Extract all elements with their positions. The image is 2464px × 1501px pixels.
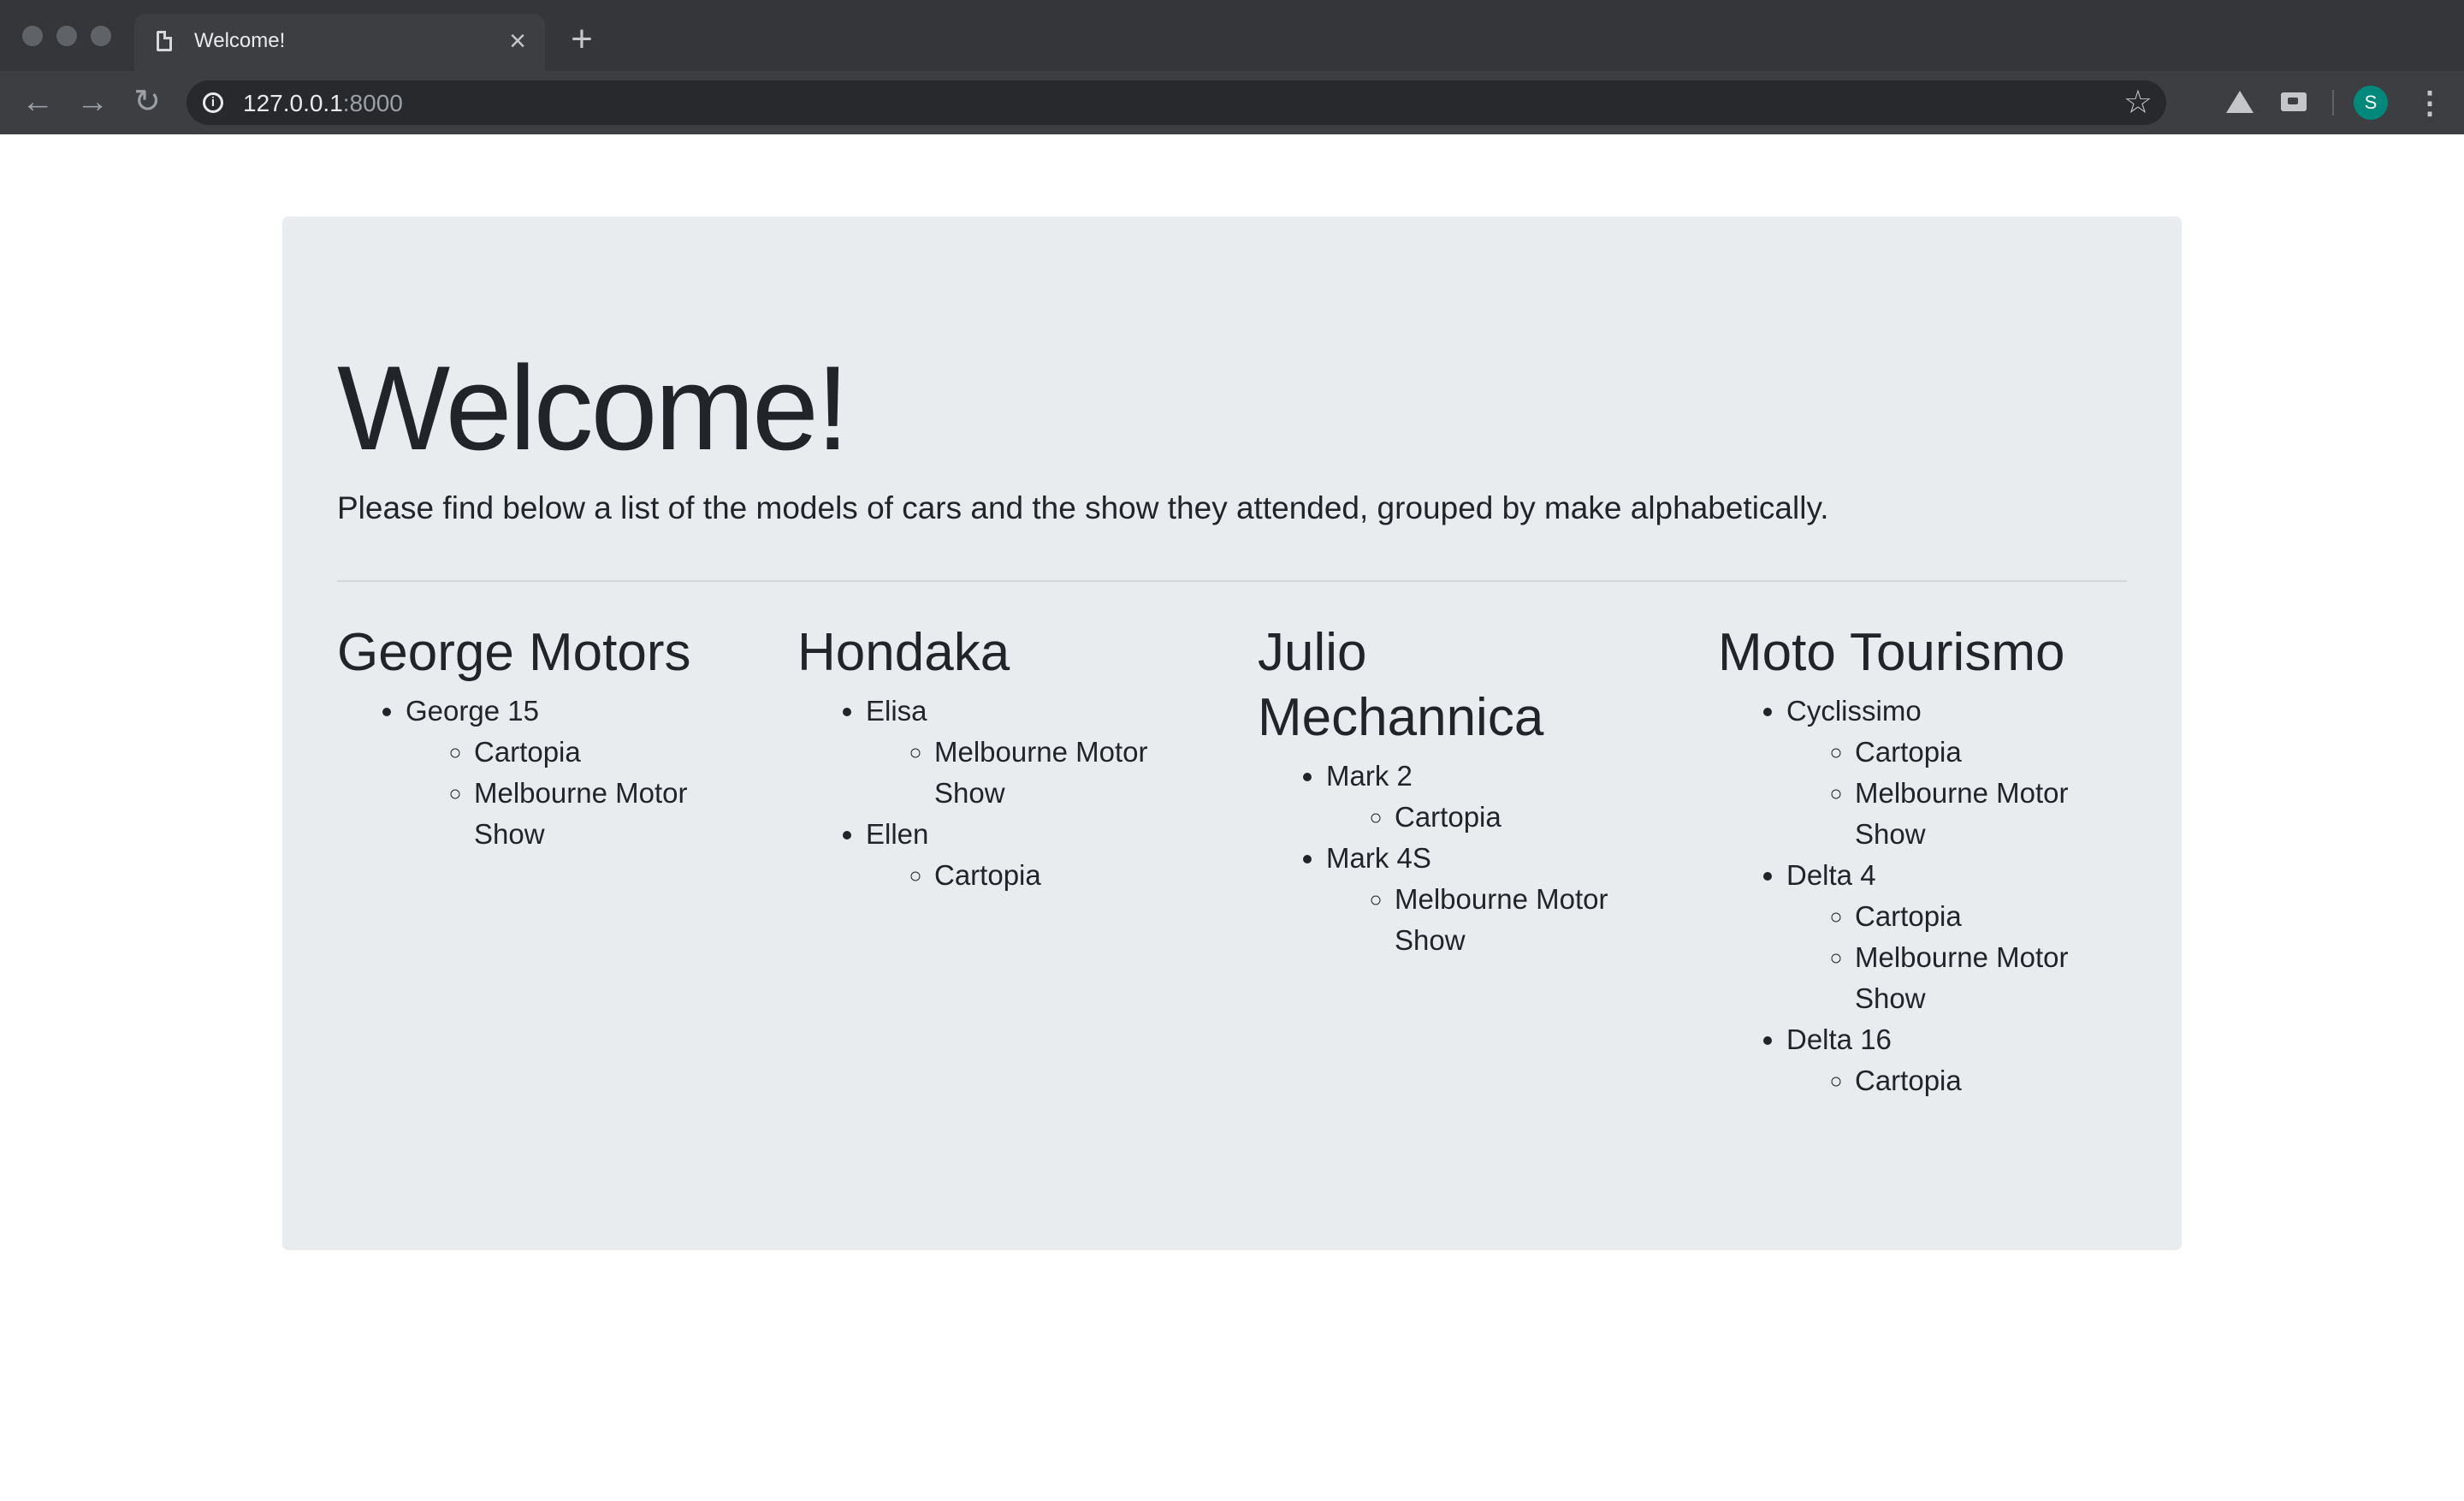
- model-name: Cyclissimo: [1786, 695, 1922, 727]
- shows-list: Melbourne Motor Show: [866, 732, 1206, 814]
- make-heading: Moto Tourismo: [1718, 623, 2065, 682]
- bookmark-star-icon[interactable]: ☆: [2123, 84, 2153, 122]
- make-column: Julio Mechannica Mark 2 Cartopia Mark 4S…: [1258, 620, 1667, 961]
- make-column: George Motors George 15 Cartopia Melbour…: [337, 620, 746, 855]
- models-list: George 15 Cartopia Melbourne Motor Show: [337, 691, 746, 855]
- show-item: Cartopia: [1855, 1060, 2127, 1101]
- show-item: Melbourne Motor Show: [1395, 879, 1667, 961]
- window-close-button[interactable]: [22, 26, 43, 46]
- model-name: Elisa: [866, 695, 927, 727]
- tab-title: Welcome!: [194, 29, 286, 52]
- make-heading: George Motors: [337, 623, 691, 682]
- address-bar[interactable]: i 127.0.0.1:8000 ☆: [187, 80, 2166, 125]
- back-arrow-icon[interactable]: ←: [17, 82, 58, 123]
- make-heading: Julio Mechannica: [1258, 623, 1544, 747]
- model-name: Mark 4S: [1326, 842, 1431, 874]
- lead-text: Please find below a list of the models o…: [337, 490, 1829, 525]
- show-item: Melbourne Motor Show: [1855, 773, 2127, 855]
- browser-menu-icon[interactable]: ⋮: [2414, 86, 2445, 120]
- model-item: Ellen Cartopia: [866, 814, 1206, 896]
- site-info-icon[interactable]: i: [203, 92, 223, 113]
- model-name: George 15: [406, 695, 539, 727]
- url-host: 127.0.0.1: [243, 90, 343, 116]
- models-list: Elisa Melbourne Motor Show Ellen Cartopi…: [797, 691, 1206, 896]
- model-name: Delta 16: [1786, 1023, 1892, 1055]
- model-item: George 15 Cartopia Melbourne Motor Show: [406, 691, 746, 855]
- url-text[interactable]: 127.0.0.1:8000: [243, 90, 403, 117]
- show-item: Cartopia: [474, 732, 746, 773]
- models-list: Cyclissimo Cartopia Melbourne Motor Show…: [1718, 691, 2127, 1101]
- model-item: Elisa Melbourne Motor Show: [866, 691, 1206, 814]
- window-zoom-button[interactable]: [91, 26, 111, 46]
- shows-list: Cartopia: [1786, 1060, 2127, 1101]
- shows-list: Cartopia: [1326, 797, 1667, 838]
- shows-list: Melbourne Motor Show: [1326, 879, 1667, 961]
- browser-toolbar: ← → ↻ i 127.0.0.1:8000 ☆ S ⋮: [0, 71, 2464, 134]
- cast-extension-icon[interactable]: [2279, 87, 2310, 118]
- show-item: Cartopia: [1395, 797, 1667, 838]
- model-item: Cyclissimo Cartopia Melbourne Motor Show: [1786, 691, 2127, 855]
- make-column: Hondaka Elisa Melbourne Motor Show Ellen…: [797, 620, 1206, 896]
- new-tab-icon[interactable]: +: [563, 21, 601, 60]
- shows-list: Cartopia: [866, 855, 1206, 896]
- forward-arrow-icon[interactable]: →: [72, 82, 113, 123]
- model-name: Mark 2: [1326, 760, 1413, 792]
- make-column: Moto Tourismo Cyclissimo Cartopia Melbou…: [1718, 620, 2127, 1101]
- show-item: Cartopia: [1855, 732, 2127, 773]
- url-port: :8000: [342, 90, 403, 116]
- shows-list: Cartopia Melbourne Motor Show: [1786, 732, 2127, 855]
- show-item: Cartopia: [1855, 896, 2127, 937]
- show-item: Cartopia: [934, 855, 1206, 896]
- show-item: Melbourne Motor Show: [474, 773, 746, 855]
- model-item: Delta 16 Cartopia: [1786, 1019, 2127, 1101]
- model-name: Delta 4: [1786, 859, 1876, 891]
- show-item: Melbourne Motor Show: [1855, 937, 2127, 1019]
- model-item: Mark 2 Cartopia: [1326, 756, 1667, 838]
- browser-tab-strip: Welcome! × +: [0, 0, 2464, 71]
- page-title: Welcome!: [337, 341, 850, 475]
- shows-list: Cartopia Melbourne Motor Show: [406, 732, 746, 855]
- page-icon: [157, 31, 172, 51]
- shows-list: Cartopia Melbourne Motor Show: [1786, 896, 2127, 1019]
- model-name: Ellen: [866, 818, 929, 850]
- reload-icon[interactable]: ↻: [127, 82, 168, 123]
- browser-tab[interactable]: Welcome! ×: [134, 14, 545, 71]
- divider: [337, 580, 2127, 582]
- tab-close-icon[interactable]: ×: [500, 24, 535, 58]
- jumbotron: Welcome! Please find below a list of the…: [282, 217, 2182, 1250]
- model-item: Delta 4 Cartopia Melbourne Motor Show: [1786, 855, 2127, 1019]
- toolbar-divider: [2332, 90, 2334, 116]
- make-heading: Hondaka: [797, 623, 1010, 682]
- profile-avatar[interactable]: S: [2354, 86, 2388, 120]
- models-list: Mark 2 Cartopia Mark 4S Melbourne Motor …: [1258, 756, 1667, 961]
- show-item: Melbourne Motor Show: [934, 732, 1206, 814]
- window-minimize-button[interactable]: [56, 26, 77, 46]
- model-item: Mark 4S Melbourne Motor Show: [1326, 838, 1667, 961]
- drive-extension-icon[interactable]: [2224, 87, 2255, 118]
